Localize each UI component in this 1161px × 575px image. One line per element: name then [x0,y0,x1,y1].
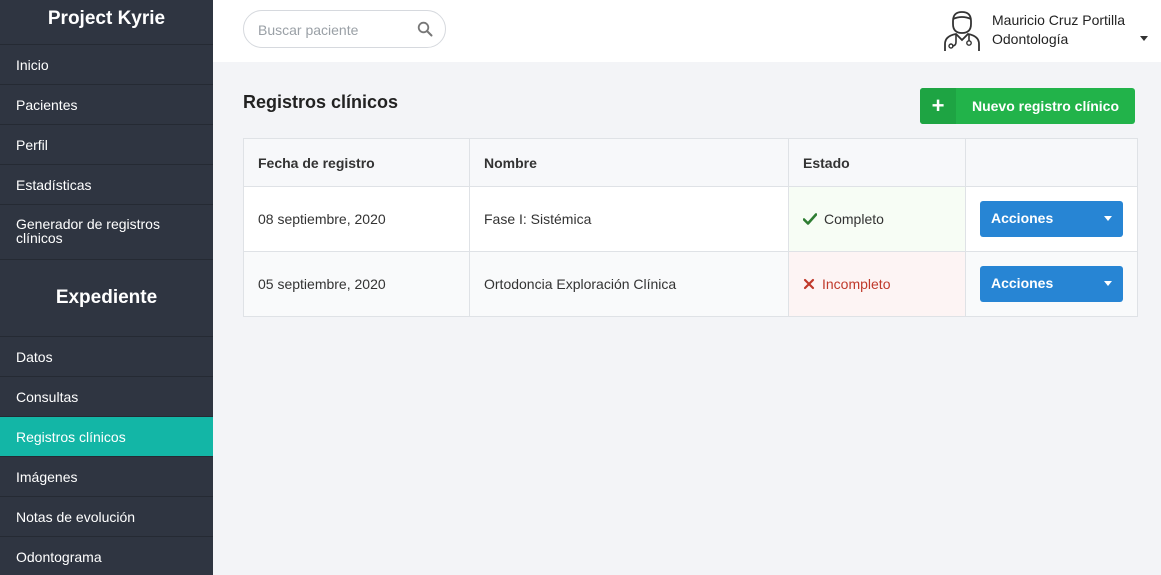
search-input[interactable] [258,20,408,40]
sidebar-item-label: Estadísticas [16,176,92,193]
sidebar-item-label: Imágenes [16,468,78,485]
record-status-cell: Completo [788,186,966,252]
table-row: 05 septiembre, 2020 Ortodoncia Exploraci… [243,251,1138,317]
sidebar-item-label: Notas de evolución [16,508,136,525]
sidebar-item-label: Perfil [16,136,48,153]
plus-icon: + [920,88,956,124]
record-date: 08 septiembre, 2020 [243,186,470,252]
new-clinical-record-label: Nuevo registro clínico [971,98,1120,114]
sidebar-item-label: Inicio [16,56,49,73]
sidebar-item-label: Datos [16,348,53,365]
sidebar-item-datos[interactable]: Datos [0,337,213,377]
table-row: 08 septiembre, 2020 Fase I: Sistémica Co… [243,186,1138,252]
sidebar-item-pacientes[interactable]: Pacientes [0,85,213,125]
sidebar-item-estadisticas[interactable]: Estadísticas [0,165,213,205]
user-role: Odontología [992,31,1069,47]
sidebar-item-notas-evolucion[interactable]: Notas de evolución [0,497,213,537]
topbar: Mauricio Cruz Portilla Odontología [213,0,1161,62]
record-date: 05 septiembre, 2020 [243,251,470,317]
search-box[interactable] [243,10,446,48]
record-actions-cell: Acciones [965,186,1138,252]
sidebar-item-label: Registros clínicos [16,428,126,445]
record-status: Completo [824,211,884,227]
table-header-row: Fecha de registro Nombre Estado [243,138,1138,187]
column-header-date: Fecha de registro [243,138,470,187]
sidebar: Project Kyrie Inicio Pacientes Perfil Es… [0,0,213,575]
caret-down-icon [1104,216,1112,221]
clinical-records-table: Fecha de registro Nombre Estado 08 septi… [243,138,1138,317]
record-actions-cell: Acciones [965,251,1138,317]
column-header-status: Estado [788,138,966,187]
record-status-cell: Incompleto [788,251,966,317]
column-header-actions [965,138,1138,187]
doctor-avatar-icon [944,11,980,51]
user-menu[interactable]: Mauricio Cruz Portilla Odontología [942,6,1152,54]
actions-label: Acciones [991,210,1054,226]
new-clinical-record-button[interactable]: + Nuevo registro clínico [920,88,1135,124]
sidebar-item-odontograma[interactable]: Odontograma [0,537,213,575]
column-header-name: Nombre [469,138,789,187]
sidebar-item-label: Pacientes [16,96,78,113]
caret-down-icon[interactable] [1140,36,1148,41]
sidebar-item-perfil[interactable]: Perfil [0,125,213,165]
actions-label: Acciones [991,275,1054,291]
sidebar-item-generador[interactable]: Generador de registros clínicos [0,205,213,260]
sidebar-item-label: Generador de registros clínicos [16,216,160,246]
sidebar-item-inicio[interactable]: Inicio [0,45,213,85]
record-status: Incompleto [822,276,891,292]
actions-dropdown-button[interactable]: Acciones [980,266,1123,302]
section-title-expediente: Expediente [0,260,213,337]
sidebar-item-imagenes[interactable]: Imágenes [0,457,213,497]
record-name: Fase I: Sistémica [469,186,789,252]
sidebar-item-label: Odontograma [16,548,102,565]
user-name: Mauricio Cruz Portilla [992,12,1126,28]
sidebar-item-label: Consultas [16,388,79,405]
x-icon [803,278,815,290]
brand-title: Project Kyrie [0,0,213,45]
actions-dropdown-button[interactable]: Acciones [980,201,1123,237]
sidebar-item-consultas[interactable]: Consultas [0,377,213,417]
caret-down-icon [1104,281,1112,286]
sidebar-item-registros-clinicos[interactable]: Registros clínicos [0,417,213,457]
record-name: Ortodoncia Exploración Clínica [469,251,789,317]
check-icon [803,213,817,225]
search-icon[interactable] [417,21,433,37]
page-title: Registros clínicos [243,92,399,112]
